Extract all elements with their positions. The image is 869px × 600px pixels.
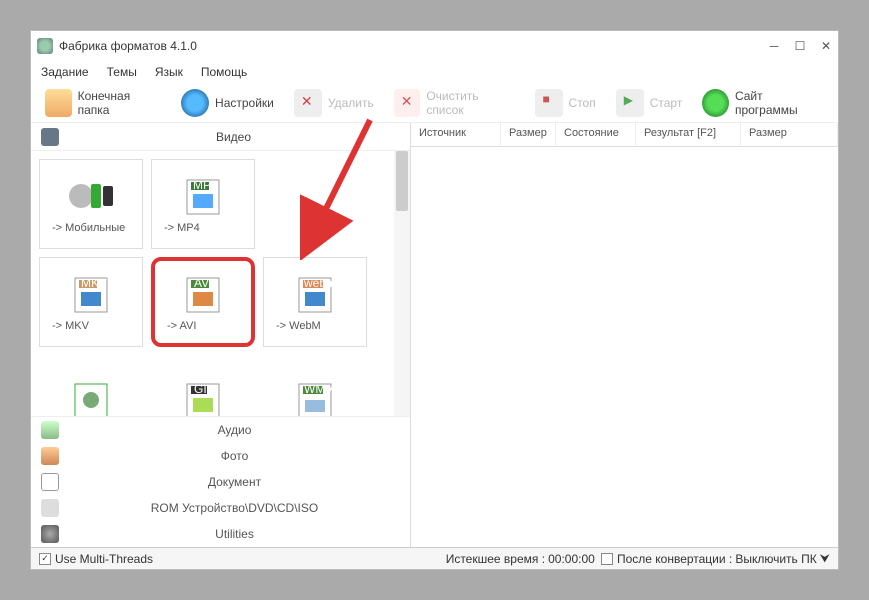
document-icon [41,473,59,491]
folder-icon [45,89,72,117]
file-icon [67,378,115,416]
elapsed-value: 00:00:00 [548,552,595,566]
col-result[interactable]: Результат [F2] [636,123,741,146]
svg-text:AVI: AVI [194,276,212,290]
app-window: Фабрика форматов 4.1.0 ─ ☐ ✕ Задание Тем… [30,30,839,570]
minimize-button[interactable]: ─ [768,40,780,52]
settings-button[interactable]: Настройки [173,85,282,121]
close-button[interactable]: ✕ [820,40,832,52]
svg-text:GIF: GIF [194,382,214,396]
app-icon [37,38,53,54]
tile-webm[interactable]: webm -> WebM [263,257,367,347]
svg-text:MKV: MKV [81,276,107,290]
format-panel: Видео -> Мобильные MP4 -> MP4 MKV -> MKV… [31,123,411,547]
photo-icon [41,447,59,465]
output-folder-button[interactable]: Конечная папка [37,85,169,121]
format-grid: -> Мобильные MP4 -> MP4 MKV -> MKV AVI -… [31,151,410,416]
after-conv-checkbox[interactable] [601,553,613,565]
tile-mp4[interactable]: MP4 -> MP4 [151,159,255,249]
titlebar: Фабрика форматов 4.1.0 ─ ☐ ✕ [31,31,838,61]
gif-icon: GIF [179,378,227,416]
window-title: Фабрика форматов 4.1.0 [59,39,768,53]
after-conv-value: Выключить ПК [735,552,816,566]
elapsed-label: Истекшее время : [446,552,545,566]
multithreads-label: Use Multi-Threads [55,552,153,566]
website-button[interactable]: Сайт программы [694,85,832,121]
play-icon [616,89,644,117]
expand-icon[interactable]: ⮟ [820,551,830,566]
task-panel: Источник Размер Состояние Результат [F2]… [411,123,838,547]
delete-button[interactable]: Удалить [286,85,382,121]
svg-text:webm: webm [303,276,336,290]
avi-icon: AVI [179,272,227,316]
table-header: Источник Размер Состояние Результат [F2]… [411,123,838,147]
task-list[interactable] [411,147,838,547]
stop-icon [535,89,563,117]
start-button[interactable]: Старт [608,85,691,121]
tile-mkv[interactable]: MKV -> MKV [39,257,143,347]
category-audio[interactable]: Аудио [31,417,410,443]
tile-3gp[interactable] [39,355,143,416]
stop-button[interactable]: Стоп [527,85,604,121]
svg-text:MP4: MP4 [193,178,218,192]
mobile-icon [67,174,115,218]
menu-themes[interactable]: Темы [107,65,137,79]
main-body: Видео -> Мобильные MP4 -> MP4 MKV -> MKV… [31,123,838,547]
clapper-icon [41,128,59,146]
menu-lang[interactable]: Язык [155,65,183,79]
wmv-icon: WMV [291,378,339,416]
mp4-icon: MP4 [179,174,227,218]
after-conv-label: После конвертации : [617,552,732,566]
tile-mobile[interactable]: -> Мобильные [39,159,143,249]
tile-gif[interactable]: GIF [151,355,255,416]
side-categories: Аудио Фото Документ ROM Устройство\DVD\C… [31,416,410,547]
gear-icon [181,89,209,117]
menu-help[interactable]: Помощь [201,65,247,79]
music-icon [41,421,59,439]
category-utilities[interactable]: Utilities [31,521,410,547]
webm-icon: webm [291,272,339,316]
utilities-icon [41,525,59,543]
grid-scrollbar[interactable] [394,151,410,416]
multithreads-checkbox[interactable]: ✓ [39,553,51,565]
tile-avi[interactable]: AVI -> AVI [151,257,255,347]
category-photo[interactable]: Фото [31,443,410,469]
globe-icon [702,89,729,117]
col-size[interactable]: Размер [501,123,556,146]
clear-icon [394,89,421,117]
svg-text:WMV: WMV [304,382,333,396]
col-state[interactable]: Состояние [556,123,636,146]
disc-icon [41,499,59,517]
clear-list-button[interactable]: Очистить список [386,85,523,121]
menubar: Задание Темы Язык Помощь [31,61,838,83]
mkv-icon: MKV [67,272,115,316]
menu-task[interactable]: Задание [41,65,89,79]
category-video-header[interactable]: Видео [31,123,410,151]
scroll-thumb[interactable] [396,151,408,211]
col-size2[interactable]: Размер [741,123,838,146]
category-rom[interactable]: ROM Устройство\DVD\CD\ISO [31,495,410,521]
col-source[interactable]: Источник [411,123,501,146]
statusbar: ✓ Use Multi-Threads Истекшее время : 00:… [31,547,838,569]
maximize-button[interactable]: ☐ [794,40,806,52]
category-document[interactable]: Документ [31,469,410,495]
toolbar: Конечная папка Настройки Удалить Очистит… [31,83,838,123]
tile-wmv[interactable]: WMV [263,355,367,416]
delete-icon [294,89,322,117]
window-controls: ─ ☐ ✕ [768,40,832,52]
